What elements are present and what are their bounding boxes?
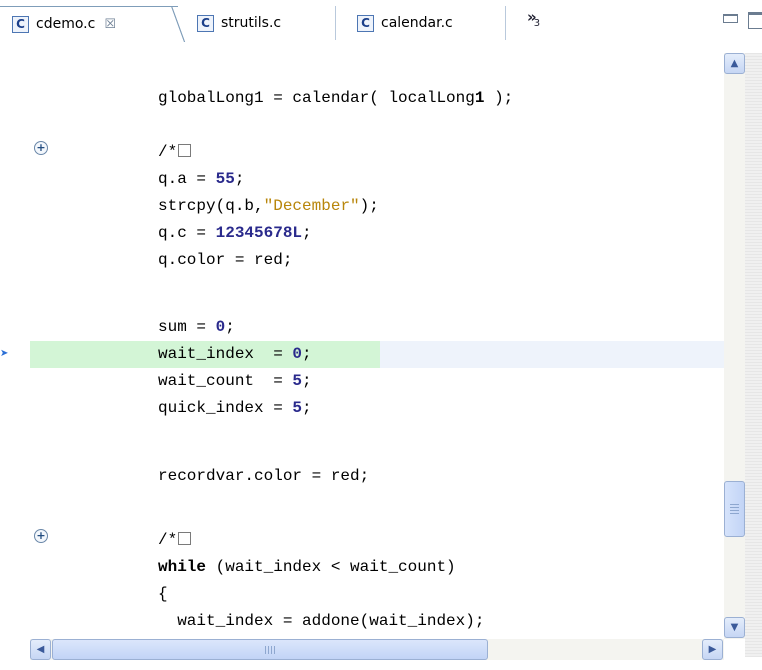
folded-comment-icon[interactable] xyxy=(178,144,192,157)
horizontal-scrollbar[interactable]: ◀ ▶ xyxy=(30,639,724,660)
c-file-icon: C xyxy=(357,14,374,32)
chevron-up-icon: ▲ xyxy=(730,58,739,69)
folded-comment-icon[interactable] xyxy=(178,532,192,545)
code-line: while (wait_index < wait_count) xyxy=(158,558,456,576)
close-tab-icon[interactable]: ☒ xyxy=(104,17,116,32)
code-line: q.color = red; xyxy=(158,251,293,269)
code-editor: + + ➤ globalLong1 = calendar( localLong1… xyxy=(0,43,762,670)
expand-fold-icon[interactable]: + xyxy=(34,529,48,543)
tab-cdemo-c[interactable]: C cdemo.c ☒ xyxy=(0,6,192,42)
horizontal-scroll-thumb[interactable] xyxy=(52,639,488,660)
code-line: globalLong1 = calendar( localLong1 ); xyxy=(158,89,514,107)
scroll-down-button[interactable]: ▼ xyxy=(724,617,745,638)
hidden-tab-count: 3 xyxy=(533,18,541,29)
scroll-right-button[interactable]: ▶ xyxy=(702,639,723,660)
code-line: /* xyxy=(158,139,192,166)
code-line: wait_index = 0; xyxy=(158,345,312,363)
code-line: sum = 0; xyxy=(158,318,235,336)
code-line: q.c = 12345678L; xyxy=(158,224,312,242)
tab-label: strutils.c xyxy=(221,15,282,31)
overview-ruler[interactable] xyxy=(745,53,762,657)
tab-calendar-c[interactable]: C calendar.c xyxy=(345,6,506,40)
tab-label: cdemo.c xyxy=(36,16,96,32)
code-line: /* xyxy=(158,527,192,554)
current-line-highlight xyxy=(380,341,724,368)
tab-label: calendar.c xyxy=(381,15,453,31)
vertical-scroll-thumb[interactable] xyxy=(724,481,745,537)
chevron-down-icon: ▼ xyxy=(730,622,739,633)
scroll-up-button[interactable]: ▲ xyxy=(724,53,745,74)
code-line: strcpy(q.b,"December"); xyxy=(158,197,379,215)
instruction-pointer-icon: ➤ xyxy=(0,348,9,359)
c-file-icon: C xyxy=(12,15,29,33)
vertical-scrollbar[interactable]: ▲ ▼ xyxy=(724,53,745,639)
code-line: { xyxy=(158,585,168,603)
tab-strutils-c[interactable]: C strutils.c xyxy=(185,6,336,40)
minimize-icon[interactable] xyxy=(723,14,738,23)
code-line: quick_index = 5; xyxy=(158,399,312,417)
code-line: q.a = 55; xyxy=(158,170,245,188)
code-line: recordvar.color = red; xyxy=(158,467,370,485)
editor-tab-bar: C cdemo.c ☒ C strutils.c C calendar.c »3 xyxy=(0,0,762,43)
chevron-right-icon: ▶ xyxy=(708,644,717,655)
c-file-icon: C xyxy=(197,14,214,32)
annotation-ruler[interactable] xyxy=(0,53,30,639)
expand-fold-icon[interactable]: + xyxy=(34,141,48,155)
code-line: wait_count = 5; xyxy=(158,372,312,390)
code-line: wait_index = addone(wait_index); xyxy=(158,612,485,630)
maximize-icon[interactable] xyxy=(748,12,762,29)
chevron-left-icon: ◀ xyxy=(36,644,45,655)
scroll-left-button[interactable]: ◀ xyxy=(30,639,51,660)
tab-overflow-button[interactable]: »3 xyxy=(527,8,540,29)
chevron-double-right-icon: » xyxy=(527,8,537,26)
